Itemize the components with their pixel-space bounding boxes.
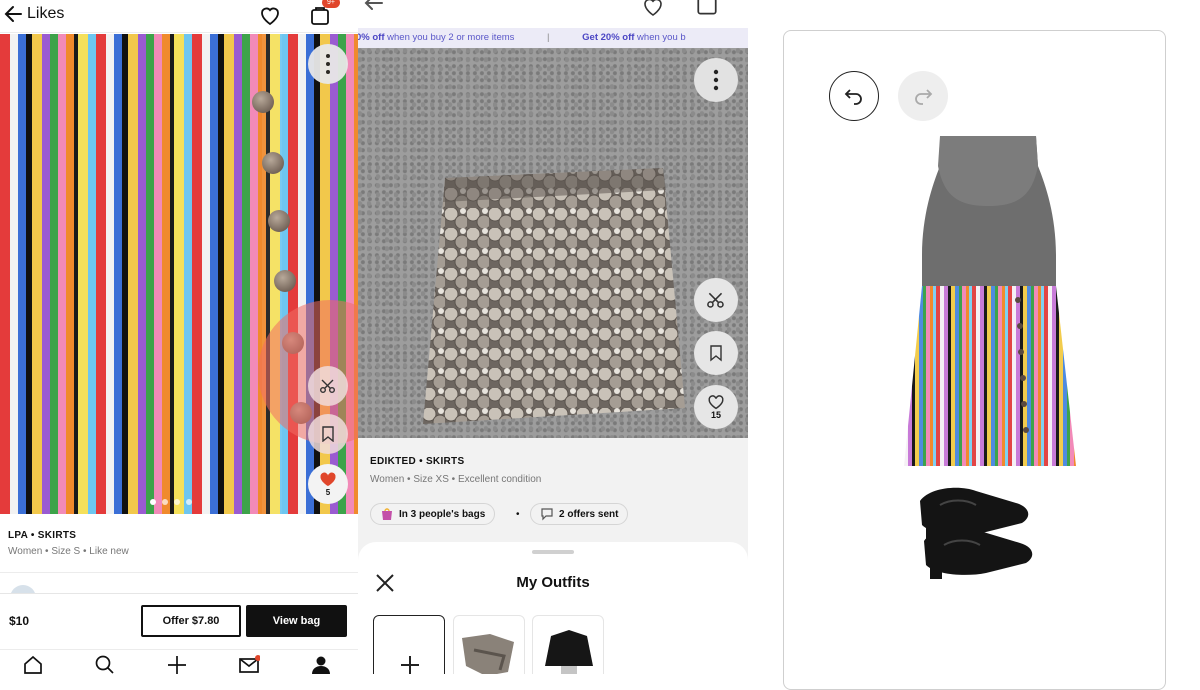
- cart-badge: 9+: [322, 0, 340, 8]
- outfit-tile[interactable]: [532, 615, 604, 674]
- promo-banner[interactable]: 0% off when you buy 2 or more items | Ge…: [358, 28, 748, 48]
- home-icon[interactable]: [22, 654, 44, 674]
- shoes-image[interactable]: [910, 471, 1050, 581]
- sheet-title: My Outfits: [516, 574, 590, 591]
- listing-panel: 0% off when you buy 2 or more items | Ge…: [358, 0, 748, 674]
- bookmark-icon: [322, 426, 334, 442]
- sequin-skirt-image: [423, 168, 685, 424]
- likes-panel: Likes 9+ 5 LPA • SKIRTS Women • Size S •…: [0, 0, 358, 674]
- bags-chip[interactable]: In 3 people's bags: [370, 503, 496, 525]
- chat-bubble-icon: [541, 508, 553, 521]
- profile-icon[interactable]: [310, 654, 332, 674]
- plus-icon: [401, 656, 419, 674]
- undo-icon: [844, 89, 862, 105]
- arrow-left-icon[interactable]: [364, 0, 384, 14]
- outfit-thumbnail: [462, 634, 514, 674]
- shopping-bag-icon: [382, 508, 392, 520]
- outfits-sheet: My Outfits: [358, 542, 748, 674]
- plus-icon[interactable]: [166, 654, 188, 674]
- offer-button[interactable]: Offer $7.80: [141, 605, 241, 637]
- skirt-button-detail: [252, 91, 274, 113]
- header-bar: [358, 0, 748, 28]
- save-button[interactable]: [694, 331, 738, 375]
- outfit-editor-panel: [748, 0, 1200, 690]
- more-vertical-icon: [713, 69, 719, 91]
- more-options-button[interactable]: [694, 58, 738, 102]
- view-bag-button[interactable]: View bag: [246, 605, 347, 637]
- inbox-icon[interactable]: [238, 654, 260, 674]
- outfit-tile[interactable]: [453, 615, 525, 674]
- bag-icon[interactable]: [695, 0, 719, 18]
- listing-meta: Women • Size S • Like new: [8, 546, 129, 557]
- like-button[interactable]: 5: [308, 464, 348, 504]
- style-button[interactable]: [308, 366, 348, 406]
- price: $10: [9, 614, 30, 628]
- skirt-button-detail: [262, 152, 284, 174]
- style-button[interactable]: [694, 278, 738, 322]
- sheet-handle[interactable]: [532, 550, 574, 554]
- more-options-button[interactable]: [308, 44, 348, 84]
- undo-button[interactable]: [829, 71, 879, 121]
- top-garment-image[interactable]: [900, 136, 1080, 466]
- redo-icon: [915, 89, 933, 105]
- new-outfit-tile[interactable]: [373, 615, 445, 674]
- brand-category[interactable]: LPA • SKIRTS: [8, 530, 76, 541]
- redo-button[interactable]: [898, 71, 948, 121]
- save-button[interactable]: [308, 414, 348, 454]
- like-count: 5: [325, 488, 331, 497]
- heart-filled-icon: [320, 472, 336, 487]
- brand-category[interactable]: EDIKTED • SKIRTS: [370, 456, 464, 467]
- scissors-icon: [320, 379, 335, 393]
- offers-chip[interactable]: 2 offers sent: [530, 503, 629, 525]
- skirt-button-detail: [268, 210, 290, 232]
- striped-skirt-photo[interactable]: [0, 34, 358, 514]
- header-bar: Likes 9+: [0, 0, 358, 33]
- bottom-nav: [0, 649, 358, 674]
- listing-meta: Women • Size XS • Excellent condition: [370, 474, 542, 485]
- sequin-skirt-photo[interactable]: [358, 48, 748, 438]
- heart-icon: [708, 395, 724, 410]
- arrow-left-icon[interactable]: [4, 4, 24, 24]
- outfit-canvas[interactable]: [783, 30, 1166, 690]
- page-title: Likes: [27, 5, 65, 22]
- heart-icon[interactable]: [640, 0, 666, 18]
- divider: [0, 572, 358, 573]
- skirt-button-detail: [274, 270, 296, 292]
- heart-icon[interactable]: [258, 3, 282, 27]
- outfit-thumbnail: [545, 630, 593, 674]
- scissors-icon: [707, 292, 724, 308]
- carousel-dots: [150, 499, 192, 505]
- bookmark-icon: [710, 345, 722, 362]
- like-button[interactable]: 15: [694, 385, 738, 429]
- like-count: 15: [710, 410, 721, 420]
- search-icon[interactable]: [93, 654, 115, 674]
